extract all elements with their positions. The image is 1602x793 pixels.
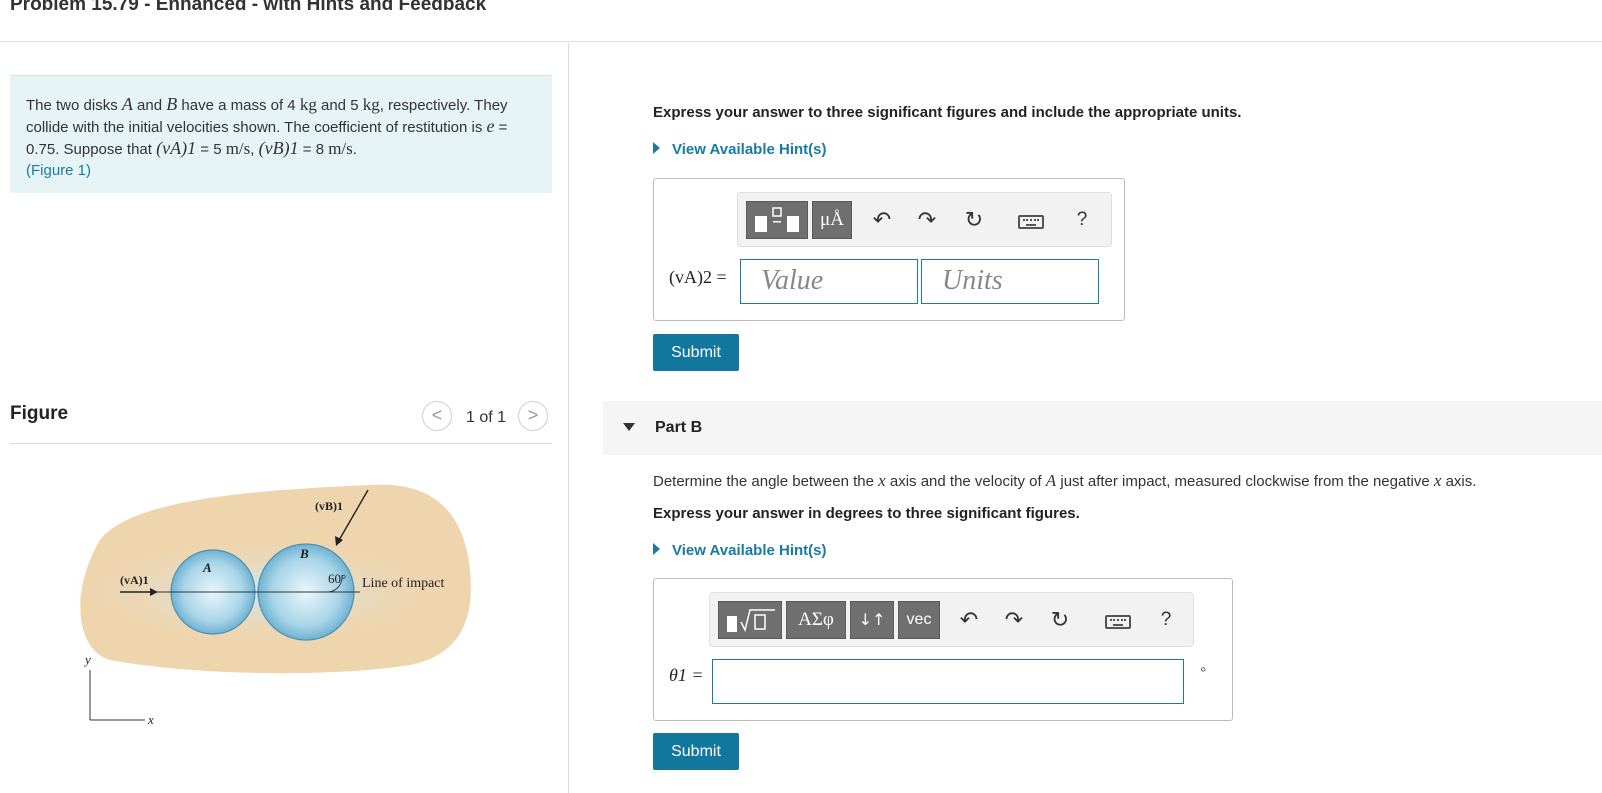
problem-text: and	[132, 97, 167, 114]
help-icon[interactable]: ?	[1152, 605, 1180, 635]
caret-right-icon	[653, 543, 660, 556]
undo-icon[interactable]: ↶	[868, 205, 896, 235]
unit-kg: kg	[362, 95, 380, 114]
units-input[interactable]: Units	[921, 259, 1099, 304]
degree-unit: °	[1200, 665, 1207, 682]
problem-text: .	[352, 141, 357, 158]
redo-icon[interactable]: ↷	[1000, 605, 1028, 635]
hint-label: View Available Hint(s)	[672, 542, 827, 559]
figure-header: Figure < 1 of 1 >	[10, 398, 552, 444]
sqrt-template-icon[interactable]	[718, 601, 782, 639]
var-b: B	[166, 94, 178, 114]
theta1-label: θ1 =	[669, 665, 704, 685]
var-va1: (vA)1	[156, 138, 197, 158]
part-b-instruction: Express your answer in degrees to three …	[653, 505, 1080, 522]
angle-input[interactable]	[712, 659, 1184, 704]
question-text: axis.	[1441, 473, 1477, 490]
chevron-right-icon[interactable]: >	[518, 401, 548, 431]
part-a-hint-toggle[interactable]: View Available Hint(s)	[653, 141, 827, 158]
unit-ms: m/s	[328, 139, 353, 158]
label-a: A	[202, 560, 212, 575]
arrows-button[interactable]: ↓↑	[850, 601, 894, 639]
figure-link[interactable]: (Figure 1)	[26, 162, 91, 179]
collision-figure: (vB)1 (vA)1 A B 60° Line of impact y x	[70, 484, 471, 727]
chevron-left-icon[interactable]: <	[422, 401, 452, 431]
keyboard-icon[interactable]	[1018, 215, 1044, 229]
var-a: A	[1045, 471, 1057, 490]
part-b-hint-toggle[interactable]: View Available Hint(s)	[653, 542, 827, 559]
problem-statement: The two disks A and B have a mass of 4 k…	[10, 75, 552, 193]
question-text: just after impact, measured clockwise fr…	[1056, 473, 1434, 490]
var-x: x	[878, 471, 886, 490]
part-a-submit-button[interactable]: Submit	[653, 334, 739, 371]
unit-ms: m/s	[225, 139, 251, 158]
problem-text: = 8	[298, 141, 329, 158]
part-b-title: Part B	[655, 419, 703, 436]
page-title: Problem 15.79 - Enhanced - with Hints an…	[10, 0, 487, 15]
var-a: A	[121, 94, 133, 114]
help-icon[interactable]: ?	[1068, 205, 1096, 235]
undo-icon[interactable]: ↶	[955, 605, 983, 635]
problem-text: have a mass of 4	[177, 97, 300, 114]
figure-title: Figure	[10, 403, 69, 424]
label-y: y	[83, 652, 91, 667]
part-a-toolbar: μÅ ↶ ↷ ↻ ?	[737, 192, 1112, 247]
question-text: axis and the velocity of	[885, 473, 1046, 490]
var-vb1: (vB)1	[258, 138, 299, 158]
problem-text: = 5	[196, 141, 226, 158]
vec-button[interactable]: vec	[898, 601, 940, 639]
va2-label: (vA)2 =	[669, 267, 727, 287]
hint-label: View Available Hint(s)	[672, 141, 827, 158]
unit-kg: kg	[299, 95, 317, 114]
keyboard-icon[interactable]	[1105, 615, 1131, 629]
caret-right-icon	[653, 142, 660, 155]
figure-count: 1 of 1	[466, 409, 507, 426]
greek-button[interactable]: ΑΣφ	[786, 601, 846, 639]
problem-text: and 5	[316, 97, 363, 114]
question-text: Determine the angle between the	[653, 473, 879, 490]
part-a-answer-box: μÅ ↶ ↷ ↻ ? (vA)2 = Value Units	[653, 178, 1125, 321]
caret-down-icon	[623, 423, 635, 431]
label-b: B	[299, 546, 309, 561]
label-x: x	[147, 712, 154, 727]
template-icon[interactable]	[746, 201, 808, 239]
label-angle: 60°	[328, 571, 346, 586]
pane-divider	[568, 43, 569, 793]
label-line-of-impact: Line of impact	[362, 576, 445, 591]
value-input[interactable]: Value	[740, 259, 918, 304]
title-bar: Problem 15.79 - Enhanced - with Hints an…	[0, 0, 1602, 42]
redo-icon[interactable]: ↷	[913, 205, 941, 235]
label-va1: (vA)1	[120, 573, 149, 587]
reset-icon[interactable]: ↻	[1046, 605, 1074, 635]
part-b-submit-button[interactable]: Submit	[653, 733, 739, 770]
problem-text: ,	[250, 141, 259, 158]
label-vb1: (vB)1	[315, 499, 343, 513]
var-e: e	[486, 116, 495, 136]
units-button[interactable]: μÅ	[812, 201, 852, 239]
part-b-question: Determine the angle between the x axis a…	[653, 471, 1476, 491]
part-b-toolbar: ΑΣφ ↓↑ vec ↶ ↷ ↻ ?	[709, 592, 1194, 647]
part-b-answer-box: ΑΣφ ↓↑ vec ↶ ↷ ↻ ? θ1 =	[653, 578, 1233, 721]
reset-icon[interactable]: ↻	[960, 205, 988, 235]
part-a-instruction: Express your answer to three significant…	[653, 104, 1242, 121]
problem-text: The two disks	[26, 97, 122, 114]
part-b-header[interactable]: Part B	[603, 401, 1602, 455]
